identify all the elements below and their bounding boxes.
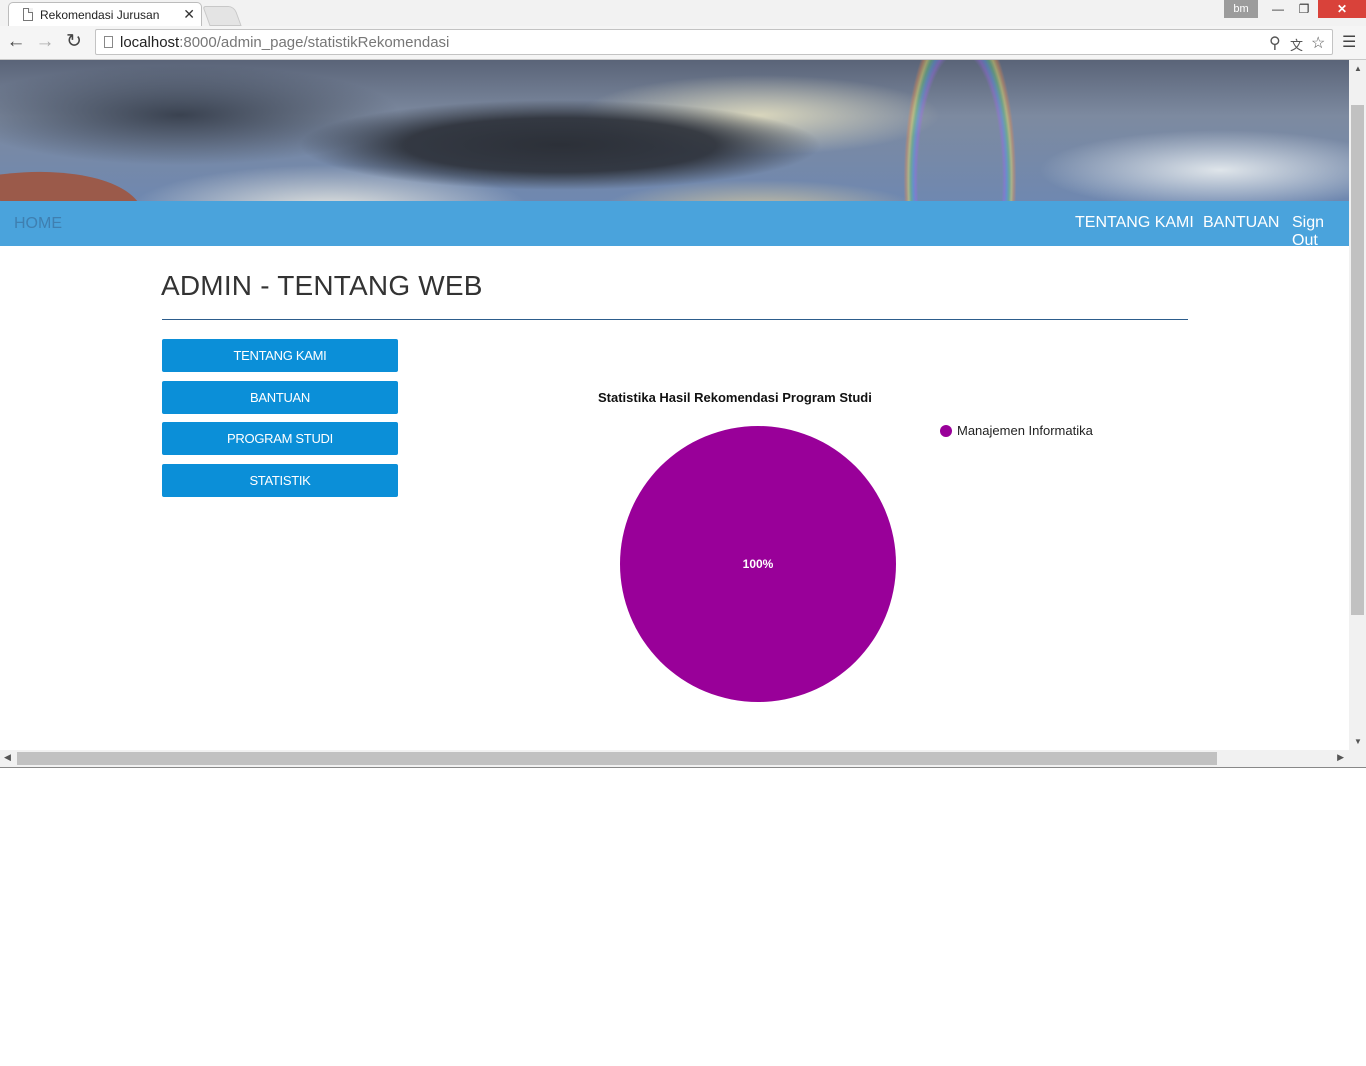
page-icon — [23, 8, 33, 21]
page-viewport: HOME TENTANG KAMI BANTUAN Sign Out ADMIN… — [0, 60, 1349, 750]
translate-icon[interactable]: 文 — [1290, 35, 1303, 54]
pie-slice-label: 100% — [743, 557, 774, 571]
nav-bantuan-link[interactable]: BANTUAN — [1203, 214, 1279, 232]
tab-title: Rekomendasi Jurusan — [40, 8, 160, 22]
vertical-scroll-thumb[interactable] — [1351, 105, 1364, 615]
menu-icon[interactable]: ☰ — [1342, 32, 1356, 52]
sidebar-button-tentang-kami[interactable]: TENTANG KAMI — [162, 339, 398, 372]
browser-toolbar: ← → ↻ localhost:8000/admin_page/statisti… — [0, 26, 1366, 60]
legend-label: Manajemen Informatika — [957, 423, 1093, 438]
nav-tentang-kami-link[interactable]: TENTANG KAMI — [1075, 214, 1194, 232]
address-bar[interactable]: localhost:8000/admin_page/statistikRekom… — [95, 29, 1333, 55]
scroll-down-icon[interactable]: ▼ — [1354, 737, 1362, 746]
blank-area — [0, 768, 1366, 1066]
header-banner — [0, 60, 1349, 235]
star-icon[interactable]: ☆ — [1311, 33, 1325, 53]
close-window-button[interactable]: ✕ — [1318, 0, 1366, 18]
zoom-icon[interactable]: ⚲ — [1269, 33, 1281, 53]
restore-button[interactable]: ❐ — [1292, 0, 1316, 18]
sidebar-button-statistik[interactable]: STATISTIK — [162, 464, 398, 497]
sidebar-button-bantuan[interactable]: BANTUAN — [162, 381, 398, 414]
nav-home-link[interactable]: HOME — [14, 215, 62, 233]
nav-sign-out-link[interactable]: Sign Out — [1292, 214, 1349, 250]
sidebar-button-program-studi[interactable]: PROGRAM STUDI — [162, 422, 398, 455]
chart-title: Statistika Hasil Rekomendasi Program Stu… — [598, 390, 872, 405]
minimize-button[interactable]: — — [1266, 0, 1290, 18]
page-title: ADMIN - TENTANG WEB — [161, 270, 483, 301]
url-text[interactable]: localhost:8000/admin_page/statistikRekom… — [120, 34, 449, 51]
browser-tab[interactable]: Rekomendasi Jurusan ✕ — [8, 2, 202, 26]
url-path: :8000/admin_page/statistikRekomendasi — [179, 34, 450, 51]
main-navbar: HOME TENTANG KAMI BANTUAN Sign Out — [0, 201, 1349, 249]
scroll-up-icon[interactable]: ▲ — [1354, 64, 1362, 73]
back-icon[interactable]: ← — [5, 31, 27, 53]
pie-chart: 100% — [620, 426, 896, 702]
scroll-right-icon[interactable]: ▶ — [1337, 752, 1344, 763]
new-tab-button[interactable] — [202, 6, 242, 26]
tab-close-icon[interactable]: ✕ — [183, 6, 195, 23]
horizontal-scrollbar[interactable]: ◀ ▶ — [0, 750, 1349, 767]
horizontal-scroll-thumb[interactable] — [17, 752, 1217, 765]
scroll-left-icon[interactable]: ◀ — [4, 752, 11, 763]
forward-icon[interactable]: → — [34, 31, 56, 53]
legend-swatch — [940, 425, 952, 437]
title-divider — [162, 319, 1188, 320]
profile-button[interactable]: bm — [1224, 0, 1258, 18]
url-host: localhost — [120, 34, 180, 51]
vertical-scrollbar[interactable]: ▲ ▼ — [1349, 60, 1366, 750]
browser-titlebar: Rekomendasi Jurusan ✕ bm — ❐ ✕ — [0, 0, 1366, 26]
scrollbar-corner — [1349, 750, 1366, 767]
reload-icon[interactable]: ↻ — [63, 31, 85, 53]
page-info-icon[interactable] — [104, 36, 113, 48]
